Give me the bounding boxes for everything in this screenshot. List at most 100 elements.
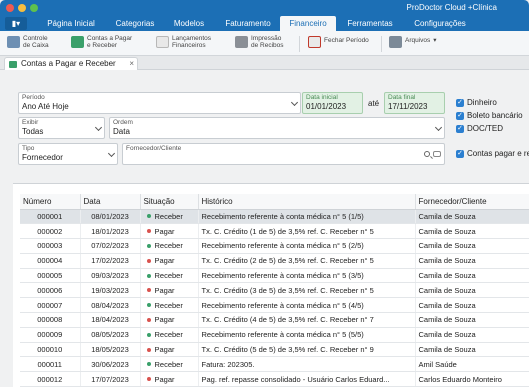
cell-data: 17/07/2023: [80, 371, 141, 387]
column-header-data[interactable]: Data: [80, 194, 141, 210]
ordem-select[interactable]: Ordem Data: [109, 117, 445, 139]
cell-numero: 000006: [20, 282, 81, 299]
cell-data: 30/06/2023: [80, 356, 141, 373]
window-title: ProDoctor Cloud +Clínica: [406, 3, 497, 12]
cell-numero: 000005: [20, 268, 81, 284]
menu-configuracoes[interactable]: Configurações: [406, 16, 474, 31]
status-label: Pagar: [154, 315, 175, 325]
cell-data: 08/04/2023: [80, 297, 141, 314]
arquivos-button[interactable]: Arquivos ▾: [389, 35, 437, 53]
column-header-numero[interactable]: Número: [20, 194, 81, 210]
cell-historico: Recebimento referente à conta médica n° …: [198, 268, 416, 284]
close-window-button[interactable]: [6, 4, 14, 12]
cell-situacao: Receber: [140, 268, 199, 284]
cell-data: 08/05/2023: [80, 327, 141, 343]
column-header-fornecedor-cliente[interactable]: Fornecedor/Cliente: [415, 194, 529, 210]
menu-ferramentas[interactable]: Ferramentas: [340, 16, 400, 31]
data-inicial-field[interactable]: Data inicial 01/01/2023: [302, 92, 363, 114]
status-label: Pagar: [154, 285, 175, 295]
table-row[interactable]: 000008 18/04/2023 Pagar Tx. C. Crédito (4 d…: [20, 312, 529, 328]
impressao-recibos-button[interactable]: Impressão de Recibos: [235, 35, 284, 53]
table-header-row: Número Data Situação Histórico Fornecedo…: [20, 194, 529, 210]
ate-label: até: [368, 99, 380, 108]
status-dot-icon: [146, 229, 151, 234]
maximize-window-button[interactable]: [30, 4, 38, 12]
table-row[interactable]: 000003 07/02/2023 Receber Recebimento refer…: [20, 238, 529, 254]
cell-fornecedor-cliente: Camila de Souza: [415, 312, 529, 328]
ribbon-divider: [381, 36, 382, 52]
table-row[interactable]: 000007 08/04/2023 Receber Recebimento refer…: [20, 297, 529, 314]
lancamentos-financeiros-button[interactable]: Lançamentos Financeiros: [156, 35, 211, 53]
binoculars-icon[interactable]: [433, 151, 441, 157]
table-row[interactable]: 000002 18/01/2023 Pagar Tx. C. Crédito (1 d…: [20, 223, 529, 240]
table-row[interactable]: 000005 09/03/2023 Receber Recebimento refer…: [20, 268, 529, 284]
cell-fornecedor-cliente: Camila de Souza: [415, 342, 529, 358]
table-row[interactable]: 000012 17/07/2023 Pagar Pag. ref. repasse c…: [20, 371, 529, 387]
status-dot-icon: [146, 362, 151, 367]
menu-modelos[interactable]: Modelos: [166, 16, 212, 31]
tipo-select[interactable]: Tipo Fornecedor: [18, 143, 118, 165]
title-bar: ProDoctor Cloud +Clínica: [0, 0, 529, 16]
search-icon[interactable]: [424, 151, 430, 157]
periodo-select[interactable]: Período Ano Até Hoje: [18, 92, 301, 114]
column-header-historico[interactable]: Histórico: [198, 194, 416, 210]
cell-historico: Fatura: 202305.: [198, 356, 416, 373]
cell-historico: Recebimento referente à conta médica n° …: [198, 327, 416, 343]
printer-icon: [235, 36, 248, 48]
controle-caixa-button[interactable]: Controle de Caixa: [7, 35, 49, 53]
table-row[interactable]: 000001 08/01/2023 Receber Recebimento refer…: [20, 209, 529, 225]
cell-situacao: Receber: [140, 238, 199, 254]
cell-situacao: Receber: [140, 327, 199, 343]
status-dot-icon: [146, 332, 151, 337]
chevron-down-icon: ▾: [433, 37, 437, 44]
cell-numero: 000012: [20, 371, 81, 387]
table-row[interactable]: 000009 08/05/2023 Receber Recebimento refer…: [20, 327, 529, 343]
cell-historico: Tx. C. Crédito (4 de 5) de 3,5% ref. C. …: [198, 312, 416, 328]
fornecedor-cliente-field[interactable]: Fornecedor/Cliente: [122, 143, 445, 165]
cell-situacao: Pagar: [140, 253, 199, 269]
chevron-down-icon: [434, 123, 443, 132]
cell-data: 07/02/2023: [80, 238, 141, 254]
cell-historico: Tx. C. Crédito (1 de 5) de 3,5% ref. C. …: [198, 223, 416, 240]
data-final-field[interactable]: Data final 17/11/2023: [384, 92, 445, 114]
files-icon: [389, 36, 402, 48]
cell-data: 17/02/2023: [80, 253, 141, 269]
chevron-down-icon: [290, 98, 299, 107]
column-header-situacao[interactable]: Situação: [140, 194, 199, 210]
minimize-window-button[interactable]: [18, 4, 26, 12]
table-row[interactable]: 000010 18/05/2023 Pagar Tx. C. Crédito (5 d…: [20, 342, 529, 358]
status-dot-icon: [146, 377, 151, 382]
table-row[interactable]: 000011 30/06/2023 Receber Fatura: 202305. Am…: [20, 356, 529, 373]
app-menu-button[interactable]: ▮▾: [5, 17, 27, 30]
menu-faturamento[interactable]: Faturamento: [218, 16, 278, 31]
status-dot-icon: [146, 347, 151, 352]
app-window: ProDoctor Cloud +Clínica ▮▾ Página Inici…: [0, 0, 529, 387]
cell-numero: 000007: [20, 297, 81, 314]
checkmark-icon: ✓: [456, 125, 464, 133]
cell-situacao: Pagar: [140, 371, 199, 387]
chevron-down-icon: [107, 149, 116, 158]
cell-historico: Recebimento referente à conta médica n° …: [198, 238, 416, 254]
filter-panel: Período Ano Até Hoje Data inicial 01/01/…: [13, 88, 529, 170]
checkmark-icon: ✓: [456, 150, 464, 158]
status-label: Receber: [154, 330, 183, 340]
status-dot-icon: [146, 288, 151, 293]
cell-situacao: Pagar: [140, 312, 199, 328]
close-tab-icon[interactable]: ×: [129, 58, 134, 70]
tab-contas-pagar-receber[interactable]: Contas a Pagar e Receber ×: [4, 57, 138, 70]
exibir-select[interactable]: Exibir Todas: [18, 117, 105, 139]
table-row[interactable]: 000004 17/02/2023 Pagar Tx. C. Crédito (2 d…: [20, 253, 529, 269]
cell-fornecedor-cliente: Camila de Souza: [415, 209, 529, 225]
menu-pagina-inicial[interactable]: Página Inicial: [38, 16, 104, 31]
contas-pagar-receber-button[interactable]: Contas a Pagar e Receber: [71, 35, 132, 53]
cell-situacao: Pagar: [140, 223, 199, 240]
fechar-periodo-button[interactable]: Fechar Período: [308, 35, 369, 53]
cell-data: 18/05/2023: [80, 342, 141, 358]
menu-financeiro[interactable]: Financeiro: [280, 16, 336, 31]
cell-situacao: Receber: [140, 356, 199, 373]
cell-fornecedor-cliente: Camila de Souza: [415, 282, 529, 299]
menu-categorias[interactable]: Categorias: [108, 16, 162, 31]
cell-fornecedor-cliente: Camila de Souza: [415, 268, 529, 284]
table-row[interactable]: 000006 19/03/2023 Pagar Tx. C. Crédito (3 d…: [20, 282, 529, 299]
bills-icon: [9, 61, 17, 68]
